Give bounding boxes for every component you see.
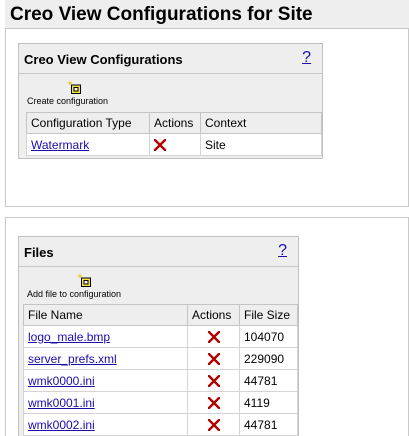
delete-x-icon[interactable]: [207, 353, 220, 366]
table-row: wmk0001.ini 4119: [23, 391, 298, 414]
context-cell: Site: [200, 133, 322, 156]
delete-x-icon[interactable]: [153, 139, 167, 152]
column-header-configuration-type[interactable]: Configuration Type: [26, 112, 150, 134]
files-help-link[interactable]: ?: [278, 242, 287, 260]
files-panel: Files ? Add file to configuration File N…: [18, 236, 299, 436]
add-sparkle-icon: [77, 273, 91, 287]
file-name-cell: server_prefs.xml: [23, 347, 188, 370]
file-size-cell: 44781: [239, 369, 298, 392]
delete-x-icon[interactable]: [207, 331, 220, 344]
delete-x-icon[interactable]: [207, 375, 220, 388]
divider: [19, 266, 298, 267]
file-size-cell: 44781: [239, 413, 298, 436]
file-size-cell: 229090: [239, 347, 298, 370]
files-table: File Name Actions File Size logo_male.bm…: [23, 304, 298, 436]
file-name-cell: wmk0002.ini: [23, 413, 188, 436]
create-configuration-label: Create configuration: [27, 96, 109, 106]
file-link[interactable]: wmk0000.ini: [28, 374, 95, 388]
table-row: wmk0000.ini 44781: [23, 369, 298, 392]
actions-cell: [187, 369, 240, 392]
file-link[interactable]: wmk0001.ini: [28, 396, 95, 410]
configurations-help-link[interactable]: ?: [302, 49, 311, 67]
configuration-link-watermark[interactable]: Watermark: [31, 138, 89, 152]
table-row: Watermark Site: [26, 133, 322, 156]
file-name-cell: logo_male.bmp: [23, 325, 188, 348]
column-header-actions[interactable]: Actions: [149, 112, 201, 134]
table-row: logo_male.bmp 104070: [23, 325, 298, 348]
files-panel-header: Files ?: [19, 237, 298, 267]
column-header-context[interactable]: Context: [200, 112, 322, 134]
delete-x-icon[interactable]: [207, 397, 220, 410]
page-title: Creo View Configurations for Site: [5, 0, 409, 29]
actions-cell: [187, 413, 240, 436]
actions-cell: [187, 347, 240, 370]
configurations-panel: Creo View Configurations ? Create config…: [18, 43, 323, 159]
actions-cell: [187, 391, 240, 414]
table-row: server_prefs.xml 229090: [23, 347, 298, 370]
files-panel-title: Files: [24, 245, 54, 260]
file-link[interactable]: wmk0002.ini: [28, 418, 95, 432]
column-header-actions[interactable]: Actions: [187, 304, 240, 326]
file-name-cell: wmk0001.ini: [23, 391, 188, 414]
column-header-file-name[interactable]: File Name: [23, 304, 188, 326]
file-name-cell: wmk0000.ini: [23, 369, 188, 392]
add-file-label: Add file to configuration: [27, 289, 122, 299]
file-size-cell: 4119: [239, 391, 298, 414]
create-configuration-button[interactable]: Create configuration: [27, 80, 108, 106]
file-size-cell: 104070: [239, 325, 298, 348]
configuration-type-cell: Watermark: [26, 133, 150, 156]
add-file-button[interactable]: Add file to configuration: [27, 273, 121, 299]
configurations-table: Configuration Type Actions Context Water…: [26, 112, 322, 156]
configurations-panel-header: Creo View Configurations ?: [19, 44, 322, 74]
actions-cell: [187, 325, 240, 348]
file-link[interactable]: server_prefs.xml: [28, 352, 117, 366]
table-row: wmk0002.ini 44781: [23, 413, 298, 436]
column-header-file-size[interactable]: File Size: [239, 304, 298, 326]
actions-cell: [149, 133, 201, 156]
configurations-panel-title: Creo View Configurations: [24, 52, 183, 67]
file-link[interactable]: logo_male.bmp: [28, 330, 110, 344]
delete-x-icon[interactable]: [207, 419, 220, 432]
divider: [19, 73, 322, 74]
add-sparkle-icon: [67, 80, 81, 94]
